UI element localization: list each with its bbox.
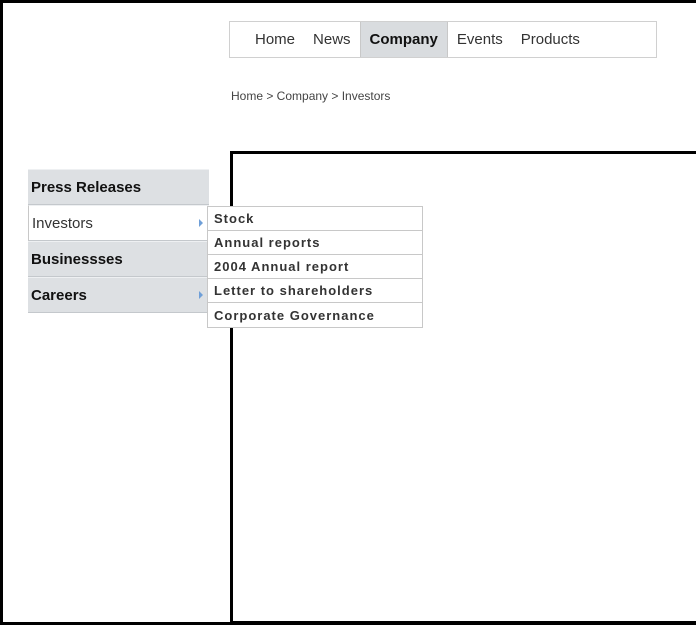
top-navigation: Home News Company Events Products bbox=[229, 21, 657, 58]
submenu-item-corporate-governance[interactable]: Corporate Governance bbox=[208, 303, 422, 327]
left-menu-press-releases[interactable]: Press Releases bbox=[28, 169, 209, 205]
submenu-item-annual-reports[interactable]: Annual reports bbox=[208, 231, 422, 255]
left-menu-investors[interactable]: Investors bbox=[28, 205, 209, 241]
left-menu-label: Press Releases bbox=[31, 178, 142, 196]
left-menu-label: Investors bbox=[32, 214, 93, 232]
nav-products[interactable]: Products bbox=[512, 22, 589, 57]
nav-home[interactable]: Home bbox=[246, 22, 304, 57]
left-menu-businesses[interactable]: Businessses bbox=[28, 241, 209, 277]
left-menu-label: Careers bbox=[31, 286, 87, 304]
submenu-item-letter-to-shareholders[interactable]: Letter to shareholders bbox=[208, 279, 422, 303]
left-menu-careers[interactable]: Careers bbox=[28, 277, 209, 313]
nav-news[interactable]: News bbox=[304, 22, 360, 57]
investors-submenu: Stock Annual reports 2004 Annual report … bbox=[207, 206, 423, 328]
submenu-arrow-icon bbox=[199, 219, 203, 227]
submenu-arrow-icon bbox=[199, 291, 203, 299]
submenu-item-2004-annual-report[interactable]: 2004 Annual report bbox=[208, 255, 422, 279]
left-menu-label: Businessses bbox=[31, 250, 123, 268]
submenu-item-stock[interactable]: Stock bbox=[208, 207, 422, 231]
breadcrumb: Home > Company > Investors bbox=[231, 89, 391, 103]
nav-company[interactable]: Company bbox=[359, 22, 448, 57]
nav-events[interactable]: Events bbox=[448, 22, 512, 57]
left-menu: Press Releases Investors Businessses Car… bbox=[28, 169, 209, 313]
